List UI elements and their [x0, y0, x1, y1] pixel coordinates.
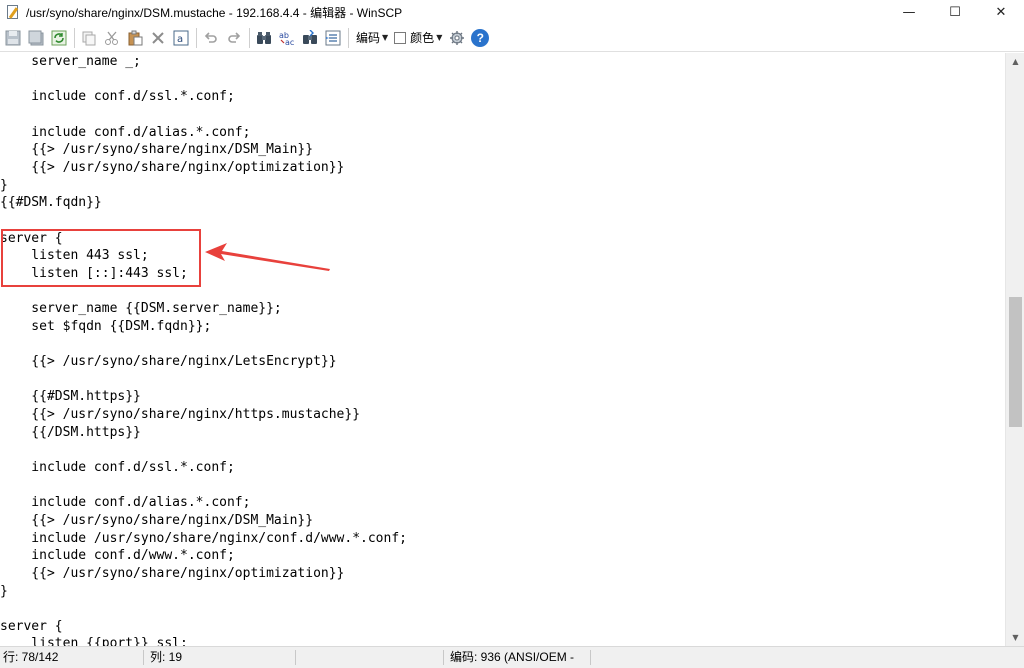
code-line[interactable]: {{> /usr/syno/share/nginx/DSM_Main}}: [0, 512, 313, 530]
vertical-scrollbar[interactable]: ▲ ▼: [1005, 53, 1024, 646]
color-checkbox[interactable]: [394, 31, 407, 44]
minimize-button[interactable]: —: [886, 0, 932, 24]
goto-line-icon: [325, 30, 341, 45]
replace-icon: abac: [279, 31, 294, 46]
scissors-icon: [105, 31, 118, 45]
code-line[interactable]: include conf.d/www.*.conf;: [0, 547, 235, 565]
delete-button[interactable]: [147, 27, 169, 49]
color-menu-button[interactable]: 颜色: [410, 29, 434, 46]
scrollbar-thumb[interactable]: [1009, 297, 1022, 427]
status-line-position: 行: 78/142: [3, 650, 59, 664]
code-line[interactable]: include /usr/syno/share/nginx/conf.d/www…: [0, 530, 407, 548]
code-line[interactable]: include conf.d/ssl.*.conf;: [0, 459, 235, 477]
code-line[interactable]: {{#DSM.https}}: [0, 388, 141, 406]
toolbar-separator: [74, 27, 75, 48]
code-line[interactable]: {{/DSM.https}}: [0, 424, 141, 442]
gear-icon: [450, 30, 465, 45]
save-icon: [5, 30, 21, 45]
scroll-up-arrow-icon[interactable]: ▲: [1006, 53, 1024, 70]
replace-button[interactable]: ab ac: [276, 27, 298, 49]
code-line[interactable]: {{#DSM.fqdn}}: [0, 194, 102, 212]
svg-text:ac: ac: [285, 38, 294, 46]
code-line[interactable]: }: [0, 177, 8, 195]
goto-line-button[interactable]: [322, 27, 344, 49]
binoculars-icon: [257, 31, 271, 44]
find-next-button[interactable]: [299, 27, 321, 49]
close-button[interactable]: ✕: [978, 0, 1024, 24]
select-all-icon: a: [173, 30, 189, 45]
scroll-down-arrow-icon[interactable]: ▼: [1006, 629, 1024, 646]
code-line[interactable]: {{> /usr/syno/share/nginx/optimization}}: [0, 565, 344, 583]
code-line[interactable]: server {: [0, 618, 63, 636]
select-all-button[interactable]: a: [170, 27, 192, 49]
title-bar: /usr/syno/share/nginx/DSM.mustache - 192…: [0, 0, 1024, 24]
code-editor[interactable]: server_name _; include conf.d/ssl.*.conf…: [0, 53, 1005, 646]
code-line[interactable]: include conf.d/alias.*.conf;: [0, 124, 250, 142]
code-line[interactable]: server_name _;: [0, 53, 141, 71]
undo-icon: [204, 31, 217, 43]
editor-toolbar: a ab ac 编码 ▼ 颜色 ▼ ?: [0, 24, 1024, 52]
reload-icon: [51, 30, 67, 45]
cut-button[interactable]: [101, 27, 123, 49]
paste-icon: [128, 30, 143, 45]
code-line[interactable]: include conf.d/ssl.*.conf;: [0, 88, 235, 106]
svg-text:a: a: [177, 34, 183, 45]
delete-x-icon: [152, 31, 164, 44]
status-bar: 行: 78/142 列: 19 编码: 936 (ANSI/OEM -: [0, 646, 1024, 668]
code-line[interactable]: {{> /usr/syno/share/nginx/DSM_Main}}: [0, 141, 313, 159]
code-line[interactable]: listen {{port}} ssl;: [0, 635, 188, 646]
chevron-down-icon: ▼: [382, 33, 389, 42]
reload-button[interactable]: [48, 27, 70, 49]
save-button[interactable]: [2, 27, 24, 49]
help-button[interactable]: ?: [469, 27, 491, 49]
editor-app-icon: [6, 5, 20, 19]
paste-button[interactable]: [124, 27, 146, 49]
annotation-highlight-box: [1, 229, 201, 287]
chevron-down-icon: ▼: [436, 33, 443, 42]
toolbar-separator: [249, 27, 250, 48]
status-divider: [295, 650, 296, 665]
redo-button[interactable]: [223, 27, 245, 49]
toolbar-separator: [348, 27, 349, 48]
maximize-button[interactable]: ☐: [932, 0, 978, 24]
window-title: /usr/syno/share/nginx/DSM.mustache - 192…: [26, 5, 403, 20]
code-line[interactable]: include conf.d/alias.*.conf;: [0, 494, 250, 512]
window-controls: — ☐ ✕: [886, 0, 1024, 24]
copy-button[interactable]: [78, 27, 100, 49]
status-divider: [590, 650, 591, 665]
code-line[interactable]: }: [0, 583, 8, 601]
status-encoding: 编码: 936 (ANSI/OEM -: [450, 650, 575, 664]
status-divider: [443, 650, 444, 665]
find-button[interactable]: [253, 27, 275, 49]
status-divider: [143, 650, 144, 665]
code-line[interactable]: set $fqdn {{DSM.fqdn}};: [0, 318, 211, 336]
annotation-arrow-icon: [205, 243, 330, 271]
copy-icon: [82, 31, 96, 45]
save-all-icon: [28, 30, 44, 45]
redo-icon: [228, 31, 241, 43]
encoding-menu-button[interactable]: 编码: [356, 29, 380, 46]
code-line[interactable]: {{> /usr/syno/share/nginx/LetsEncrypt}}: [0, 353, 336, 371]
find-next-icon: [303, 29, 317, 44]
undo-button[interactable]: [200, 27, 222, 49]
status-column-position: 列: 19: [150, 650, 183, 664]
code-line[interactable]: {{> /usr/syno/share/nginx/optimization}}: [0, 159, 344, 177]
help-icon: ?: [471, 28, 490, 47]
save-all-button[interactable]: [25, 27, 47, 49]
code-line[interactable]: {{> /usr/syno/share/nginx/https.mustache…: [0, 406, 360, 424]
code-line[interactable]: server_name {{DSM.server_name}};: [0, 300, 281, 318]
preferences-button[interactable]: [446, 27, 468, 49]
toolbar-separator: [196, 27, 197, 48]
